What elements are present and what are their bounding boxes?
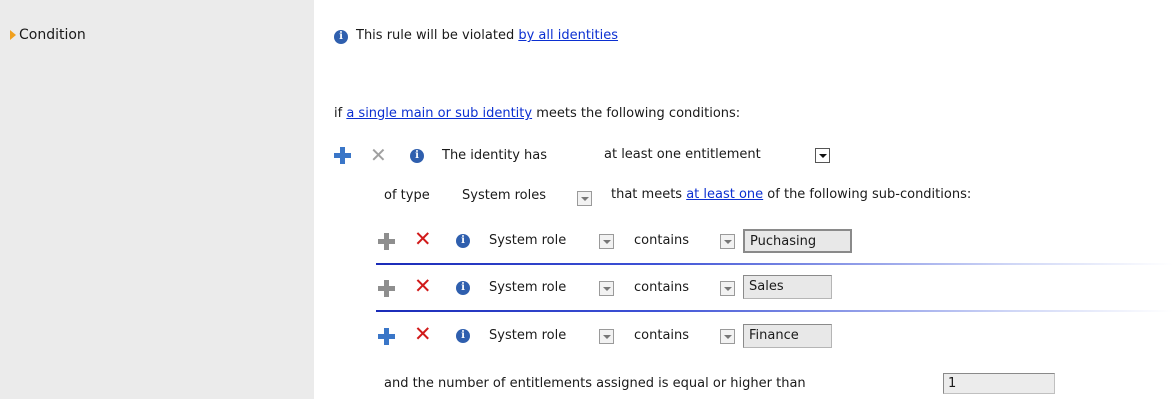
threshold-input[interactable]: 1 [943, 373, 1055, 394]
sub-condition-field[interactable]: System role [489, 233, 566, 248]
info-icon[interactable]: i [456, 234, 470, 248]
chevron-down-icon[interactable] [577, 191, 592, 206]
sub-condition-operator[interactable]: contains [634, 280, 689, 295]
condition-label: Condition [19, 27, 86, 43]
chevron-down-icon[interactable] [599, 234, 614, 249]
sub-condition-operator[interactable]: contains [634, 233, 689, 248]
sub-conditions-text: that meets at least one of the following… [611, 187, 972, 202]
chevron-down-icon[interactable] [720, 281, 735, 296]
info-icon[interactable]: i [410, 149, 424, 163]
quantifier-select-value[interactable]: at least one entitlement [604, 147, 761, 162]
row-separator [376, 263, 1173, 265]
info-icon[interactable]: i [456, 329, 470, 343]
entitlement-type-value[interactable]: System roles [462, 188, 546, 203]
chevron-down-icon[interactable] [815, 148, 830, 163]
identity-has-label: The identity has [442, 148, 548, 163]
row-separator [376, 310, 1173, 312]
left-panel: Condition [0, 0, 314, 399]
sub-condition-field[interactable]: System role [489, 280, 566, 295]
chevron-down-icon[interactable] [599, 281, 614, 296]
violated-by-link[interactable]: by all identities [518, 28, 618, 43]
sub-condition-value-input[interactable]: Finance [743, 324, 832, 348]
plus-icon[interactable] [378, 280, 395, 297]
identity-scope-link[interactable]: a single main or sub identity [346, 106, 532, 121]
rule-violation-text: This rule will be violated by all identi… [356, 28, 619, 43]
info-icon[interactable]: i [334, 30, 348, 44]
chevron-down-icon[interactable] [720, 329, 735, 344]
info-icon[interactable]: i [456, 281, 470, 295]
plus-icon[interactable] [378, 328, 395, 345]
chevron-down-icon[interactable] [720, 234, 735, 249]
x-icon[interactable]: ✕ [414, 322, 432, 346]
sub-condition-operator[interactable]: contains [634, 328, 689, 343]
x-icon[interactable]: ✕ [414, 227, 432, 251]
chevron-down-icon[interactable] [599, 329, 614, 344]
sub-condition-field[interactable]: System role [489, 328, 566, 343]
threshold-label: and the number of entitlements assigned … [384, 376, 806, 391]
plus-icon[interactable] [334, 147, 351, 164]
x-icon[interactable]: ✕ [414, 274, 432, 298]
of-type-label: of type [384, 188, 430, 203]
triangle-right-icon [10, 30, 16, 40]
match-mode-link[interactable]: at least one [686, 187, 763, 202]
plus-icon[interactable] [378, 233, 395, 250]
x-icon[interactable]: ✕ [370, 143, 387, 167]
if-condition-text: if a single main or sub identity meets t… [334, 106, 741, 121]
sub-condition-value-input[interactable]: Sales [743, 275, 832, 299]
condition-section-header[interactable]: Condition [10, 27, 86, 43]
sub-condition-value-input[interactable]: Puchasing [743, 229, 852, 253]
